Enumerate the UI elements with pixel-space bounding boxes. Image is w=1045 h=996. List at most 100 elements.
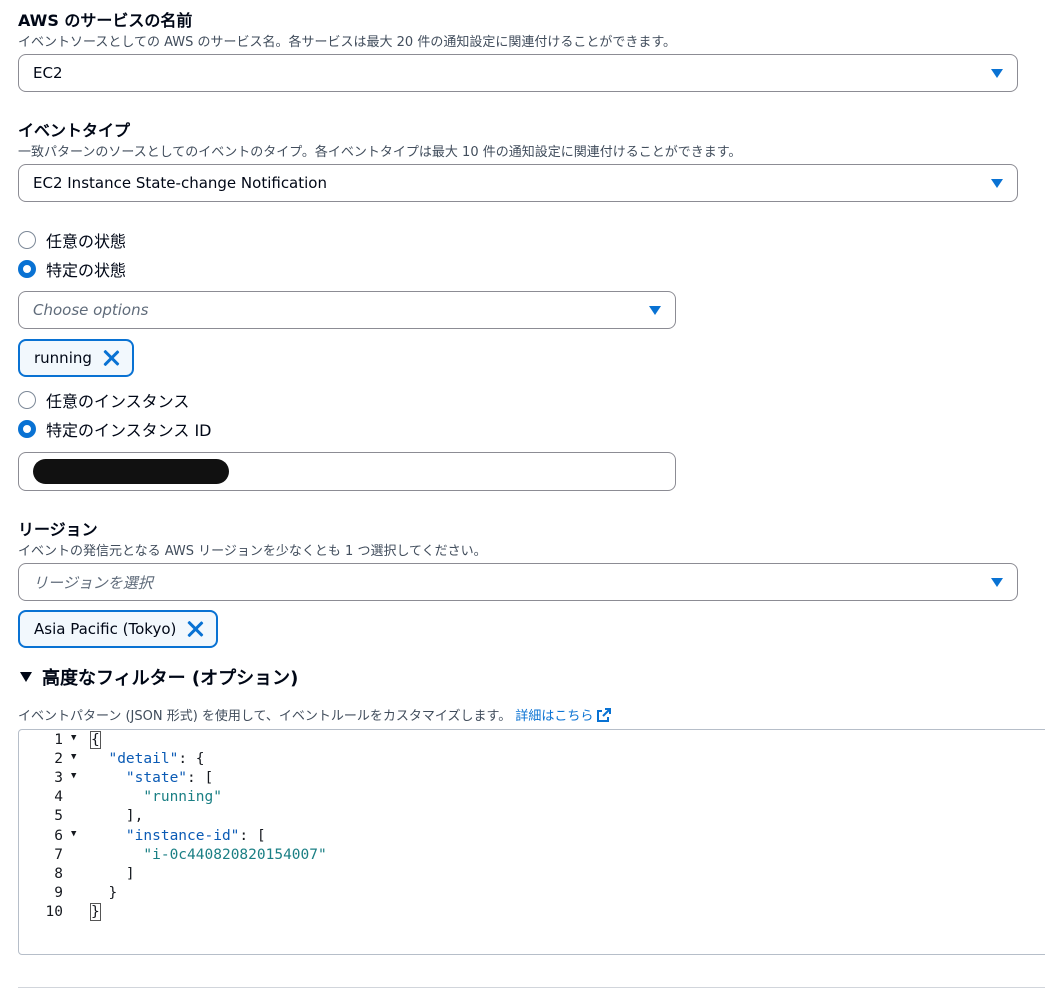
- learn-more-link[interactable]: 詳細はこちら: [515, 708, 612, 724]
- radio-button[interactable]: [18, 260, 36, 278]
- code-text: "detail": {: [91, 750, 205, 769]
- json-punctuation: ]: [91, 865, 135, 882]
- code-line: 2 ▼ "detail": {: [19, 750, 1045, 769]
- radio-button[interactable]: [18, 231, 36, 249]
- divider: [18, 987, 1045, 988]
- code-text: {: [90, 731, 101, 750]
- region-description: イベントの発信元となる AWS リージョンを少なくとも 1 つ選択してください。: [18, 544, 487, 559]
- fold-toggle-icon[interactable]: ▼: [71, 730, 76, 748]
- json-punctuation: }: [90, 902, 101, 921]
- json-punctuation: }: [91, 884, 118, 901]
- region-label: リージョン: [18, 520, 98, 539]
- radio-any-state[interactable]: 任意の状態: [18, 228, 126, 252]
- line-number: 9: [54, 884, 63, 901]
- advanced-description-text: イベントパターン (JSON 形式) を使用して、イベントルールをカスタマイズし…: [18, 709, 512, 724]
- radio-button[interactable]: [18, 420, 36, 438]
- caret-down-icon: [991, 577, 1003, 587]
- token-label: running: [34, 349, 92, 367]
- caret-down-icon: [991, 68, 1003, 78]
- json-punctuation: : {: [178, 751, 205, 768]
- code-line: 6 ▼ "instance-id": [: [19, 827, 1045, 846]
- json-punctuation: [91, 847, 143, 863]
- state-multiselect[interactable]: Choose options: [18, 291, 676, 329]
- event-type-select[interactable]: EC2 Instance State-change Notification: [18, 164, 1018, 202]
- advanced-filter-title: 高度なフィルター (オプション): [42, 668, 299, 689]
- service-label: AWS のサービスの名前: [18, 11, 193, 30]
- code-line: 10}: [19, 902, 1045, 922]
- code-text: ],: [91, 807, 143, 826]
- line-number: 7: [54, 846, 63, 863]
- line-number: 1: [54, 732, 63, 748]
- radio-label: 任意の状態: [46, 232, 127, 251]
- json-punctuation: [91, 828, 126, 844]
- advanced-filter-description: イベントパターン (JSON 形式) を使用して、イベントルールをカスタマイズし…: [18, 705, 612, 724]
- line-number: 5: [54, 808, 63, 825]
- json-punctuation: : [: [239, 827, 266, 844]
- code-text: }: [90, 902, 101, 922]
- code-line: 1 ▼ {: [19, 731, 1045, 750]
- event-type-select-value: EC2 Instance State-change Notification: [33, 174, 327, 192]
- line-number: 3: [54, 770, 63, 787]
- json-punctuation: ],: [91, 808, 144, 825]
- code-line: 5 ],: [19, 807, 1045, 826]
- line-number: 4: [54, 789, 63, 806]
- json-string: "running": [143, 789, 222, 806]
- line-number: 10: [45, 903, 63, 920]
- caret-down-icon: [649, 305, 661, 315]
- service-select-value: EC2: [33, 64, 63, 82]
- code-text: }: [91, 884, 117, 903]
- json-key: "instance-id": [125, 827, 240, 844]
- event-type-description: 一致パターンのソースとしてのイベントのタイプ。各イベントタイプは最大 10 件の…: [18, 145, 742, 160]
- json-punctuation: [91, 751, 108, 767]
- radio-any-instance[interactable]: 任意のインスタンス: [18, 388, 189, 412]
- code-line: 7 "i-0c440820820154007": [19, 846, 1045, 865]
- json-code-editor[interactable]: 1 ▼{2 ▼ "detail": {3 ▼ "state": [4 "running…: [18, 729, 1045, 955]
- line-number: 6: [54, 827, 63, 844]
- region-token: Asia Pacific (Tokyo): [18, 610, 219, 648]
- code-text: "instance-id": [: [91, 827, 266, 846]
- fold-toggle-icon[interactable]: ▼: [71, 767, 76, 786]
- advanced-filter-expander[interactable]: 高度なフィルター (オプション): [20, 664, 298, 690]
- code-text: "running": [91, 788, 222, 807]
- json-punctuation: {: [90, 731, 101, 749]
- instance-id-input[interactable]: [18, 452, 676, 491]
- fold-toggle-icon[interactable]: ▼: [71, 825, 76, 844]
- radio-specific-instance[interactable]: 特定のインスタンス ID: [18, 417, 212, 441]
- json-punctuation: : [: [187, 770, 214, 787]
- radio-label: 特定の状態: [46, 261, 127, 280]
- code-line: 8 ]: [19, 865, 1045, 884]
- code-line: 9 }: [19, 884, 1045, 903]
- region-select[interactable]: リージョンを選択: [18, 563, 1018, 601]
- state-multiselect-placeholder: Choose options: [33, 301, 149, 319]
- json-string: "i-0c440820820154007": [143, 846, 327, 863]
- code-text: "state": [: [91, 769, 213, 788]
- radio-label: 任意のインスタンス: [46, 392, 190, 411]
- fold-toggle-icon[interactable]: ▼: [71, 748, 76, 767]
- service-select[interactable]: EC2: [18, 54, 1018, 92]
- event-type-label: イベントタイプ: [18, 121, 131, 140]
- json-key: "detail": [108, 751, 179, 768]
- external-link-icon: [597, 708, 612, 722]
- radio-button[interactable]: [18, 391, 36, 409]
- region-select-placeholder: リージョンを選択: [33, 573, 153, 592]
- radio-specific-state[interactable]: 特定の状態: [18, 257, 126, 281]
- line-number: 8: [54, 865, 63, 882]
- close-icon[interactable]: [186, 620, 204, 638]
- code-text: "i-0c440820820154007": [91, 846, 327, 865]
- json-punctuation: [91, 789, 143, 805]
- caret-down-icon: [991, 178, 1003, 188]
- redacted-value: [33, 459, 229, 484]
- state-token: running: [18, 339, 134, 377]
- code-line: 3 ▼ "state": [: [19, 769, 1045, 788]
- learn-more-link-text[interactable]: 詳細はこちら: [515, 709, 593, 724]
- json-key: "state": [125, 770, 188, 787]
- line-number: 2: [54, 751, 63, 768]
- json-punctuation: [91, 770, 126, 786]
- triangle-down-icon: [20, 672, 32, 682]
- radio-label: 特定のインスタンス ID: [46, 421, 212, 440]
- code-text: ]: [91, 865, 135, 884]
- token-label: Asia Pacific (Tokyo): [34, 620, 177, 638]
- service-description: イベントソースとしての AWS のサービス名。各サービスは最大 20 件の通知設…: [18, 35, 677, 50]
- code-line: 4 "running": [19, 788, 1045, 807]
- close-icon[interactable]: [102, 349, 120, 367]
